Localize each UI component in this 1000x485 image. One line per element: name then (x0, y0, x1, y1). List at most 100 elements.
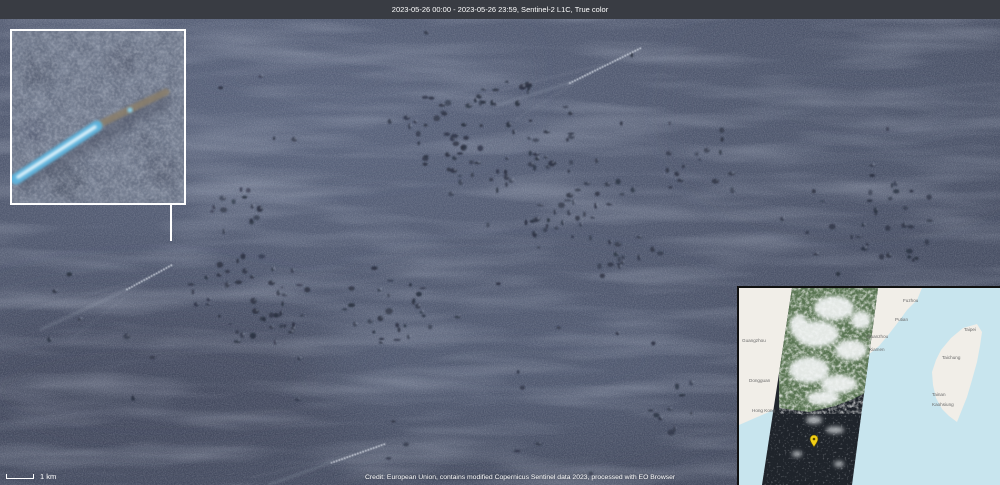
cloud-speckle-highlight (291, 329, 294, 333)
cloud-speckle (698, 158, 701, 161)
cloud-speckle (486, 222, 490, 228)
cloud-speckle-highlight (294, 137, 297, 140)
cloud-speckle (438, 103, 446, 107)
cloud-speckle-highlight (242, 332, 245, 336)
acquisition-info-bar: 2023-05-26 00:00 - 2023-05-26 23:59, Sen… (0, 0, 1000, 19)
cloud-speckle (621, 255, 625, 260)
cloud-speckle-highlight (272, 280, 275, 283)
cloud-speckle-highlight (733, 188, 735, 190)
cloud-speckle-highlight (238, 339, 240, 342)
cloud-speckle (397, 327, 401, 333)
cloud-speckle-highlight (458, 315, 460, 317)
cloud-speckle (512, 129, 515, 135)
map-label-xiamen: Xiamen (869, 347, 885, 352)
cloud-speckle (378, 337, 385, 341)
cloud-speckle (820, 200, 825, 203)
cloud-speckle (477, 145, 484, 152)
cloud-speckle-highlight (581, 222, 584, 225)
cloud-speckle-highlight (355, 321, 358, 325)
cloud-speckle (249, 218, 253, 223)
cloud-speckle (850, 234, 853, 240)
cloud-speckle-highlight (681, 178, 683, 181)
cloud-speckle (495, 282, 501, 286)
cloud-speckle-highlight (454, 168, 457, 171)
cloud-speckle (231, 199, 236, 205)
cloud-speckle (131, 395, 136, 401)
cloud-speckle (454, 315, 461, 319)
cloud-speckle (535, 441, 543, 446)
cloud-speckle (229, 322, 232, 325)
cloud-speckle-highlight (547, 129, 550, 132)
cloud-speckle (619, 192, 625, 196)
cloud-speckle (614, 241, 622, 247)
cloud-speckle (409, 283, 412, 287)
cloud-speckle (907, 225, 914, 229)
cloud-speckle-highlight (484, 87, 486, 90)
cloud-speckle (567, 169, 570, 173)
cloud-speckle (637, 254, 641, 261)
cloud-speckle-highlight (379, 287, 383, 291)
cloud-speckle (835, 271, 841, 277)
cloud-speckle-highlight (261, 74, 264, 77)
cloud-speckle-highlight (608, 182, 610, 185)
cloud-speckle (589, 234, 592, 241)
cloud-speckle-highlight (275, 340, 278, 342)
cloud-speckle-highlight (196, 302, 199, 305)
cloud-speckle (594, 158, 599, 164)
zoom-connector-line (170, 205, 172, 241)
overview-map: Fuzhou Putian Quanzhou Xiamen Taipei Tai… (737, 286, 1000, 485)
cloud-speckle (615, 178, 621, 185)
cloud-speckle (719, 149, 722, 155)
cloud-speckle (246, 188, 251, 193)
cloud-speckle-highlight (530, 136, 532, 138)
scale-bar-label: 1 km (40, 472, 57, 481)
cloud-speckle-highlight (224, 229, 227, 232)
cloud-speckle (711, 178, 719, 184)
cloud-speckle (433, 115, 441, 122)
cloud-speckle-highlight (596, 203, 599, 206)
cloud-speckle (574, 188, 581, 192)
cloud-speckle-highlight (207, 275, 209, 278)
cloud-speckle (546, 218, 550, 223)
cloud-speckle (220, 207, 228, 213)
cloud-speckle (569, 160, 574, 165)
cloud-speckle (730, 187, 735, 194)
cloud-speckle (403, 442, 409, 447)
cloud-speckle-highlight (254, 299, 256, 301)
cloud-speckle-highlight (409, 334, 412, 337)
cloud-speckle (571, 235, 574, 239)
vessel-zoom-inset (10, 29, 186, 205)
cloud-speckle (537, 246, 541, 249)
cloud-speckle (496, 187, 499, 194)
cloud-speckle-highlight (418, 303, 421, 307)
cloud-speckle (906, 248, 913, 254)
acquisition-title: 2023-05-26 00:00 - 2023-05-26 23:59, Sen… (391, 5, 609, 14)
cloud-speckle-highlight (407, 115, 410, 118)
cloud-speckle-highlight (476, 98, 478, 101)
cloud-speckle (519, 385, 525, 390)
cloud-speckle (513, 449, 521, 453)
cloud-speckle (567, 132, 575, 135)
cloud-speckle-highlight (570, 193, 573, 196)
cloud-speckle-highlight (496, 102, 498, 104)
cloud-speckle (256, 205, 263, 212)
cloud-speckle (495, 169, 500, 174)
cloud-speckle (855, 235, 863, 239)
cloud-speckle-highlight (219, 273, 222, 275)
cloud-speckle-highlight (571, 111, 573, 114)
cloud-speckle-highlight (691, 380, 695, 383)
cloud-speckle (250, 297, 257, 304)
cloud-speckle (678, 394, 686, 397)
cloud-speckle (503, 169, 508, 175)
cloud-speckle-highlight (469, 103, 472, 106)
cloud-speckle-highlight (381, 316, 383, 318)
cloud-speckle-highlight (639, 235, 642, 237)
scale-bar (6, 474, 34, 479)
cloud-speckle (272, 136, 276, 141)
cloud-speckle (647, 409, 654, 412)
cloud-speckle (241, 195, 248, 199)
cloud-speckle (926, 219, 933, 223)
cloud-speckle-highlight (223, 195, 226, 199)
cloud-speckle-highlight (610, 240, 613, 242)
cloud-speckle (553, 209, 557, 215)
